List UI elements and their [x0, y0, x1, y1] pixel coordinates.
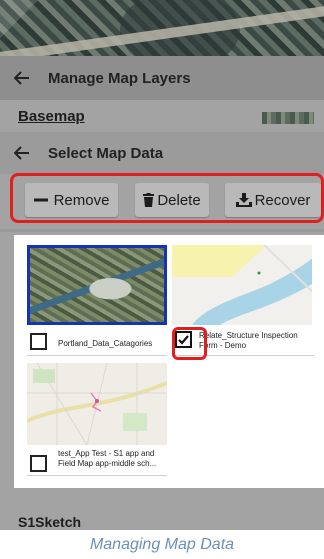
delete-button[interactable]: Delete: [135, 183, 209, 217]
map-background: [0, 0, 324, 70]
map-data-card[interactable]: Portland_Data_Catagories: [27, 245, 167, 357]
manage-layers-header: Manage Map Layers: [0, 56, 324, 100]
delete-label: Delete: [157, 191, 201, 209]
checkbox-highlight: [172, 327, 207, 360]
item-checkbox[interactable]: [30, 455, 47, 472]
item-divider: [27, 475, 167, 476]
remove-button[interactable]: Remove: [25, 183, 118, 217]
recover-button[interactable]: Recover: [225, 183, 321, 217]
layers-panel: Basemap Select Map Data Remove Delete Re…: [0, 100, 324, 530]
map-thumbnail[interactable]: [27, 245, 167, 325]
map-data-grid: Portland_Data_Catagories Relate_Structur…: [14, 235, 324, 488]
figure-caption: Managing Map Data: [89, 536, 235, 553]
basemap-label: Basemap: [18, 108, 85, 125]
item-label: test_App Test - S1 app and Field Map app…: [58, 449, 157, 468]
map-thumbnail[interactable]: [27, 363, 167, 445]
phone-screen: Manage Map Layers Basemap Select Map Dat…: [0, 0, 324, 530]
download-icon: [235, 193, 252, 207]
arrow-left-icon[interactable]: [14, 145, 30, 161]
basemap-row[interactable]: Basemap: [0, 100, 324, 132]
action-toolbar: Remove Delete Recover: [10, 173, 324, 223]
bottom-layer-label: S1Sketch: [18, 514, 82, 530]
divider: [0, 229, 324, 232]
page-title: Manage Map Layers: [48, 69, 191, 87]
bottom-layer-row: S1Sketch: [0, 488, 324, 530]
select-map-data-title: Select Map Data: [48, 144, 164, 162]
item-checkbox[interactable]: [30, 333, 47, 350]
map-thumbnail[interactable]: [172, 245, 312, 325]
minus-icon: [33, 198, 48, 202]
item-divider: [27, 355, 167, 356]
recover-label: Recover: [254, 191, 311, 209]
trash-icon: [143, 193, 155, 207]
remove-label: Remove: [53, 191, 110, 209]
item-label: Relate_Structure Inspection Form - Demo: [199, 331, 298, 350]
map-data-card[interactable]: test_App Test - S1 app and Field Map app…: [27, 363, 167, 479]
select-map-data-header: Select Map Data: [0, 132, 324, 174]
arrow-left-icon[interactable]: [14, 70, 30, 86]
item-label: Portland_Data_Catagories: [58, 339, 153, 348]
basemap-thumbnail: [262, 112, 314, 124]
